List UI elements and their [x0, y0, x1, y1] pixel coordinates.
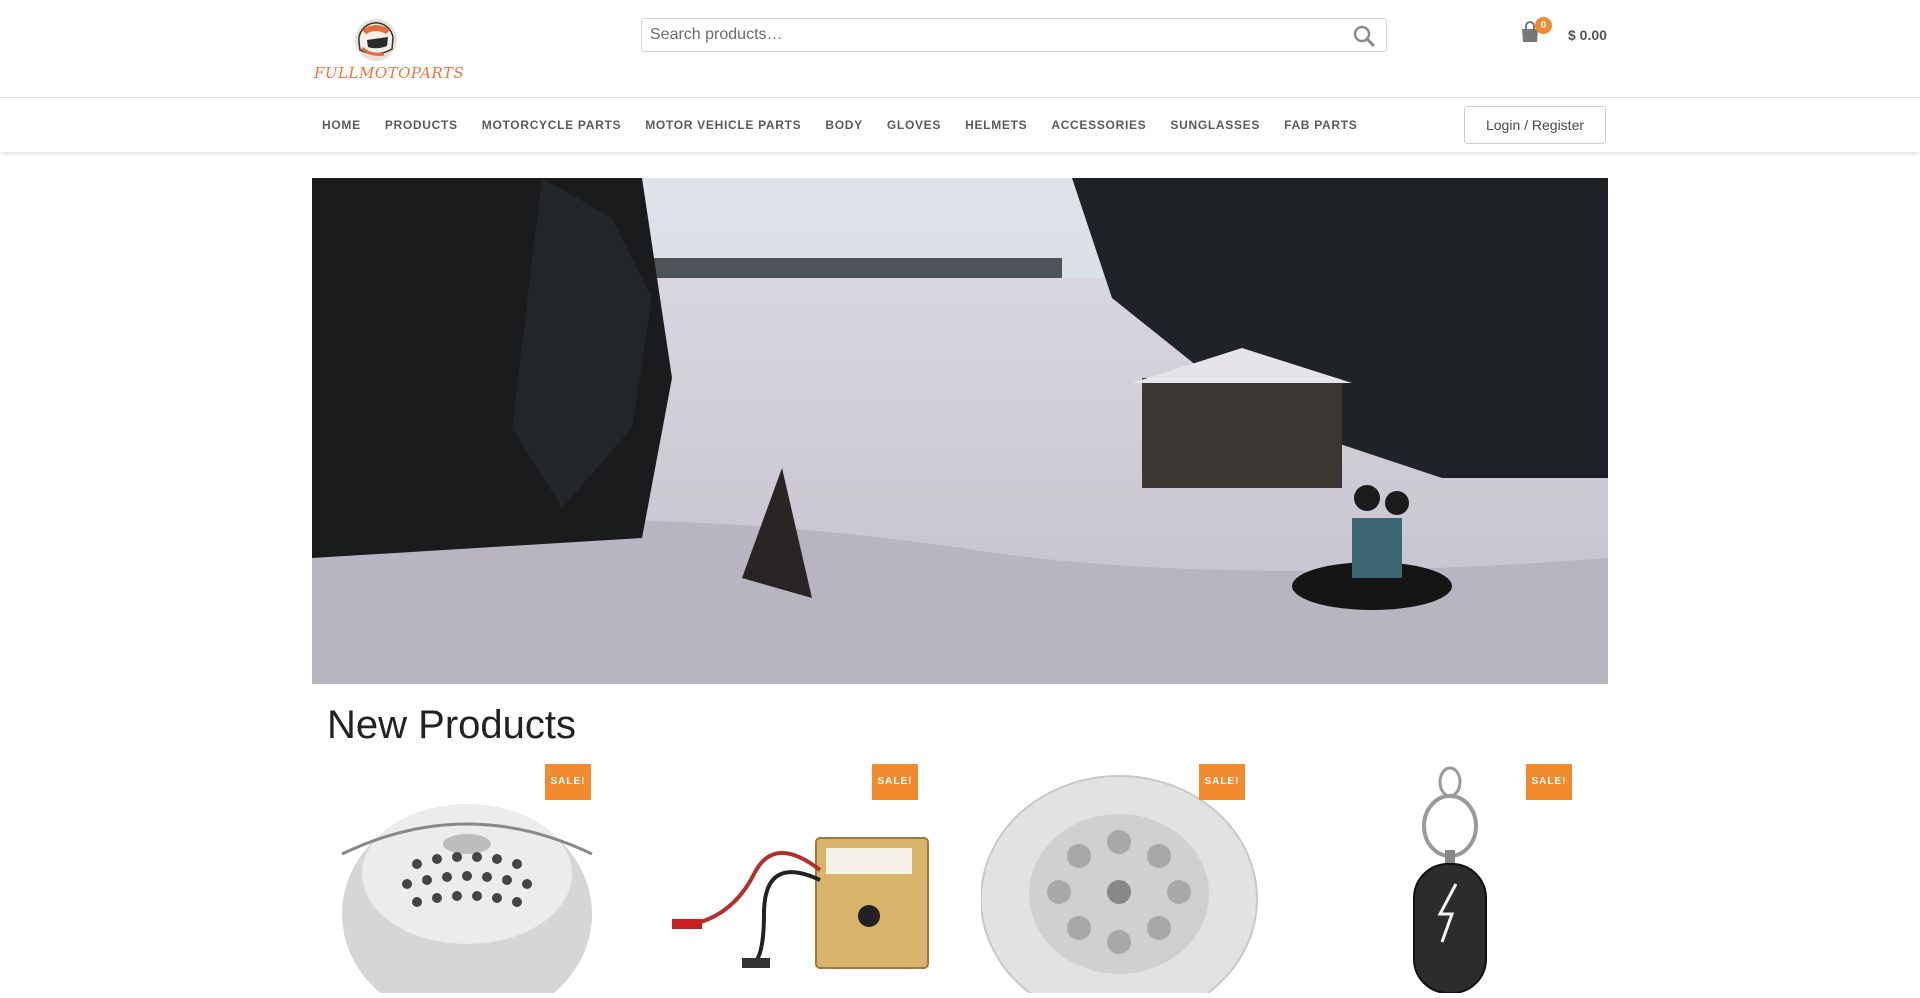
- nav-item-motor-vehicle-parts[interactable]: MOTOR VEHICLE PARTS: [645, 118, 801, 132]
- nav-item-home[interactable]: HOME: [322, 118, 361, 132]
- logo-text: FULLMOTOPARTS: [314, 64, 465, 82]
- site-header: FULLMOTOPARTS 0 $ 0.00: [0, 0, 1920, 98]
- nav-item-accessories[interactable]: ACCESSORIES: [1051, 118, 1146, 132]
- nav-item-helmets[interactable]: HELMETS: [965, 118, 1027, 132]
- sale-badge: SALE!: [872, 764, 918, 800]
- product-card[interactable]: SALE!: [980, 764, 1281, 998]
- section-title-new-products: New Products: [327, 703, 576, 747]
- sale-badge: SALE!: [1199, 764, 1245, 800]
- product-card[interactable]: SALE!: [327, 764, 627, 998]
- nav-item-fab-parts[interactable]: FAB PARTS: [1284, 118, 1357, 132]
- login-register-button[interactable]: Login / Register: [1464, 106, 1606, 144]
- cart-total[interactable]: $ 0.00: [1568, 27, 1607, 43]
- hero-banner-image: [312, 178, 1608, 684]
- helmet-logo-icon: [355, 19, 397, 61]
- nav-item-body[interactable]: BODY: [825, 118, 862, 132]
- cart-count-badge: 0: [1535, 17, 1552, 34]
- site-logo[interactable]: FULLMOTOPARTS: [312, 16, 464, 86]
- search-bar: [641, 18, 1387, 52]
- search-icon[interactable]: [1352, 25, 1376, 47]
- nav-item-gloves[interactable]: GLOVES: [887, 118, 941, 132]
- nav-item-motorcycle-parts[interactable]: MOTORCYCLE PARTS: [482, 118, 621, 132]
- nav-item-sunglasses[interactable]: SUNGLASSES: [1170, 118, 1260, 132]
- main-nav: HOME PRODUCTS MOTORCYCLE PARTS MOTOR VEH…: [0, 98, 1920, 152]
- nav-item-products[interactable]: PRODUCTS: [385, 118, 458, 132]
- sale-badge: SALE!: [1526, 764, 1572, 800]
- sale-badge: SALE!: [545, 764, 591, 800]
- product-card[interactable]: SALE!: [1308, 764, 1608, 994]
- product-card[interactable]: SALE!: [654, 764, 954, 993]
- search-input[interactable]: [642, 19, 1322, 51]
- nav-menu: HOME PRODUCTS MOTORCYCLE PARTS MOTOR VEH…: [322, 98, 1382, 152]
